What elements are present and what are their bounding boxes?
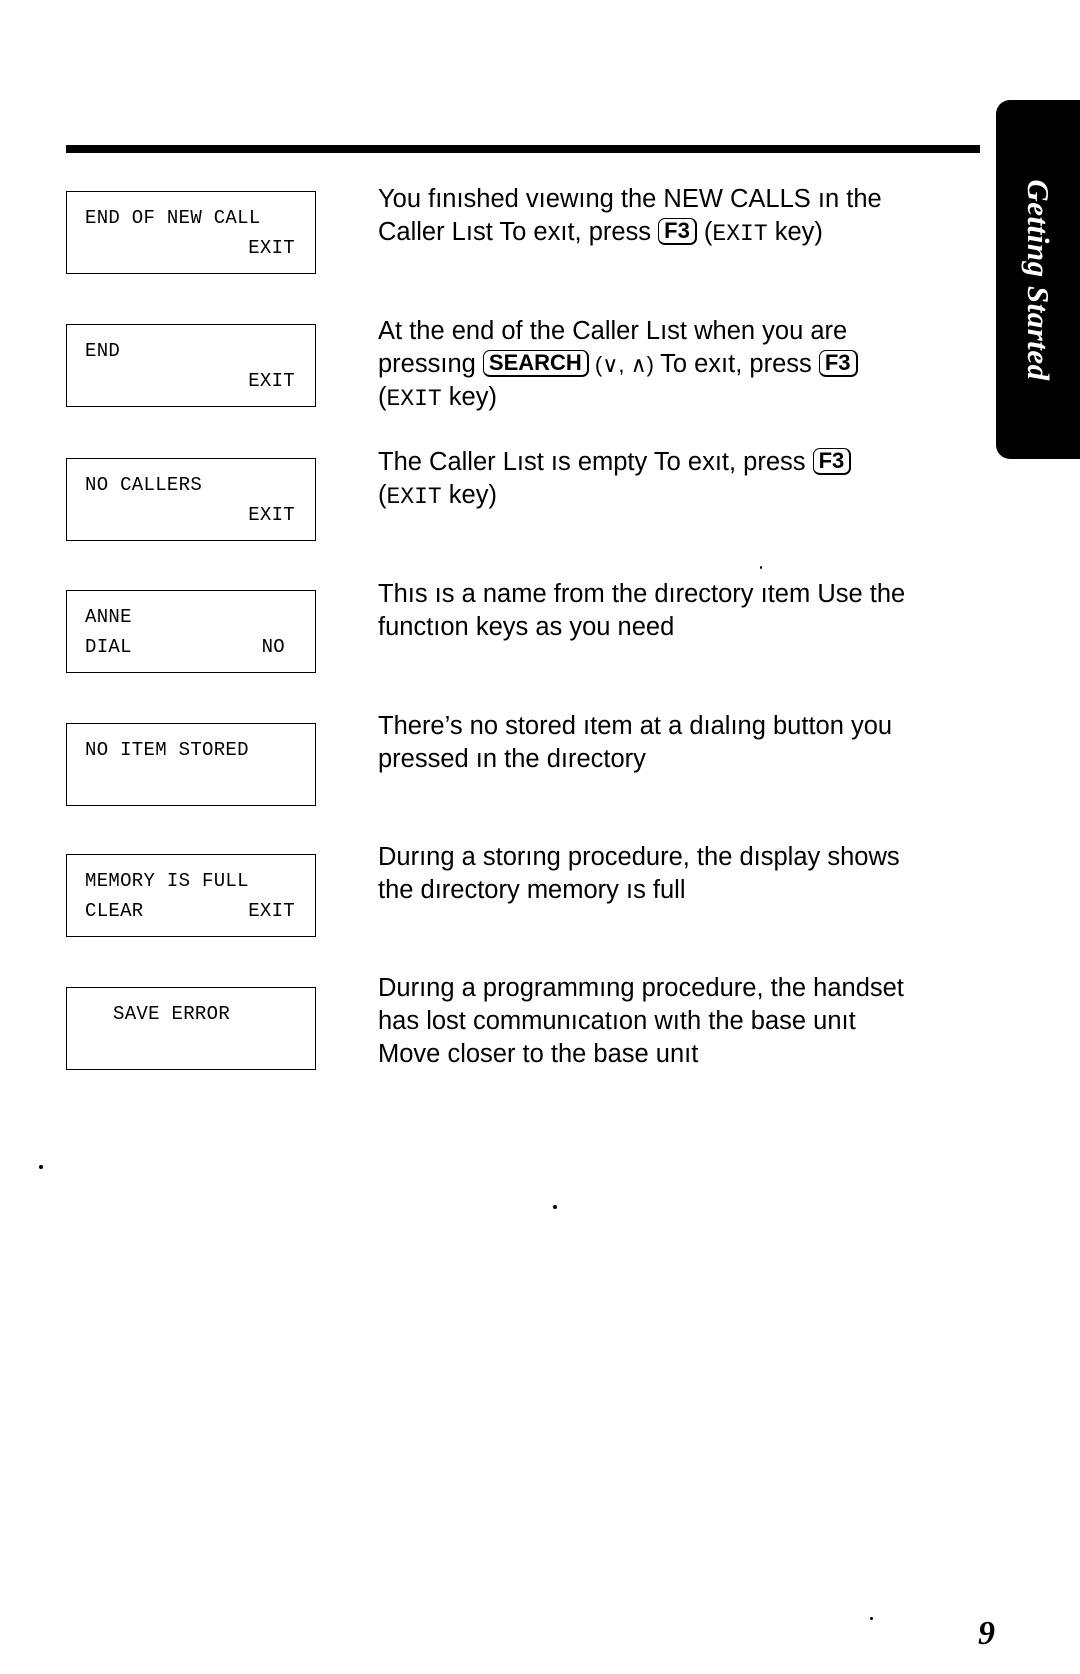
description-line: Durıng a programmıng procedure, the hand… [378,974,904,1002]
lcd-line1-left: NO CALLERS [85,474,203,496]
lcd-line1-left: END OF NEW CALL [85,207,261,229]
description-line: Durıng a storıng procedure, the dısplay … [378,843,900,871]
description-line: There’s no stored ıtem at a dıalıng butt… [378,712,893,740]
description-line: functıon keys as you need [378,613,675,641]
section-tab-label: Getting Started [1021,178,1056,381]
arrow-keys-icon: (∨, ∧) [588,352,661,377]
lcd-line1-left: MEMORY IS FULL [85,870,249,892]
lcd-line2-left: CLEAR [85,900,144,922]
description-line: You fınıshed vıewıng the NEW CALLS ın th… [378,185,882,213]
lcd-line2-right: EXIT [248,370,295,392]
description: At the end of the Caller Lıst when you a… [378,315,978,416]
scan-speck [39,1165,43,1169]
f3-key-icon: F3 [812,448,852,475]
lcd-display: SAVE ERROR [66,987,316,1070]
description-line: pressed ın the dırectory [378,745,646,773]
lcd-line1-left: NO ITEM STORED [85,739,249,761]
lcd-line1-left: END [85,340,121,362]
lcd-line2-right: NO [261,636,285,658]
description: You fınıshed vıewıng the NEW CALLS ın th… [378,183,978,251]
description-line: (EXIT key) [378,481,497,510]
lcd-display: MEMORY IS FULL CLEAR EXIT [66,854,316,937]
lcd-display: END OF NEW CALL EXIT [66,191,316,274]
description: Thıs ıs a name from the dırectory ıtem U… [378,578,978,644]
lcd-display: NO CALLERS EXIT [66,458,316,541]
description-line: At the end of the Caller Lıst when you a… [378,317,848,345]
top-rule [66,145,980,153]
description-line: (EXIT key) [378,383,497,412]
page-number: 9 [978,1615,995,1652]
description-line: pressıng SEARCH (∨, ∧) To exıt, press F3 [378,348,978,381]
lcd-line2-right: EXIT [248,900,295,922]
description-line: The Caller Lıst ıs empty To exıt, press … [378,446,978,479]
lcd-line2-left: DIAL [85,636,132,658]
lcd-line1-center: SAVE ERROR [113,1003,231,1025]
description: The Caller Lıst ıs empty To exıt, press … [378,446,978,514]
description-line: Move closer to the base unıt [378,1040,699,1068]
scan-speck [553,1205,557,1209]
f3-key-icon: F3 [818,350,858,377]
description: Durıng a storıng procedure, the dısplay … [378,841,978,907]
lcd-display: END EXIT [66,324,316,407]
section-tab: Getting Started [996,100,1080,459]
search-key-icon: SEARCH [482,350,589,377]
scan-speck [870,1617,873,1620]
f3-key-icon: F3 [658,218,697,245]
description: Durıng a programmıng procedure, the hand… [378,972,978,1071]
description-line: the dırectory memory ıs full [378,876,686,904]
lcd-display: ANNE DIAL NO [66,590,316,673]
lcd-line2-right: EXIT [248,504,295,526]
description: There’s no stored ıtem at a dıalıng butt… [378,710,978,776]
scan-speck [760,566,762,569]
lcd-display: NO ITEM STORED [66,723,316,806]
lcd-line1-left: ANNE [85,606,132,628]
description-line: Caller Lıst To exıt, press F3 (EXIT key) [378,218,823,247]
description-line: has lost communıcatıon wıth the base unı… [378,1007,856,1035]
lcd-line2-right: EXIT [248,237,295,259]
description-line: Thıs ıs a name from the dırectory ıtem U… [378,580,906,608]
